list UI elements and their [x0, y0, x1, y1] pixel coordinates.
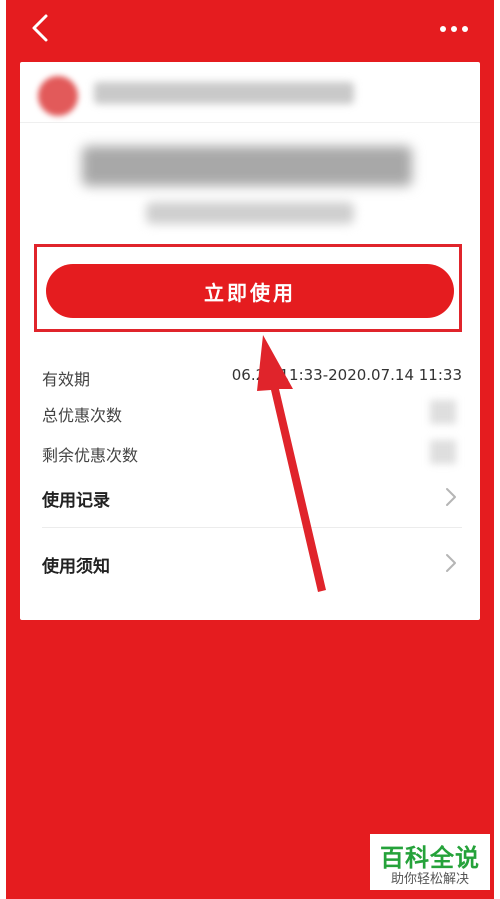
divider	[20, 122, 480, 123]
remaining-uses-value-blurred	[430, 440, 456, 464]
validity-value: 06.24 11:33-2020.07.14 11:33	[231, 366, 462, 384]
top-bar	[0, 0, 500, 58]
remaining-uses-row: 剩余优惠次数	[42, 438, 462, 466]
chevron-right-icon	[446, 554, 456, 572]
more-dots-icon	[440, 26, 468, 32]
chevron-left-icon	[32, 14, 48, 42]
merchant-name-blurred	[94, 82, 354, 104]
validity-label: 有效期	[42, 370, 91, 389]
total-uses-label: 总优惠次数	[42, 406, 123, 425]
merchant-row[interactable]	[38, 72, 458, 118]
divider	[42, 527, 462, 528]
usage-record-label: 使用记录	[42, 491, 110, 511]
watermark-subtitle: 助你轻松解决	[390, 872, 469, 887]
usage-record-row[interactable]: 使用记录	[42, 474, 462, 522]
coupon-subtitle-blurred	[146, 202, 354, 224]
watermark-logo: 百科全说 助你轻松解决	[370, 834, 490, 890]
validity-row: 有效期 06.24 11:33-2020.07.14 11:33	[42, 362, 462, 390]
chevron-right-icon	[446, 488, 456, 506]
remaining-uses-label: 剩余优惠次数	[42, 446, 139, 465]
total-uses-value-blurred	[430, 400, 456, 424]
coupon-card: 立即使用 有效期 06.24 11:33-2020.07.14 11:33 总优…	[20, 62, 480, 620]
coupon-title-blurred	[82, 146, 412, 186]
total-uses-row: 总优惠次数	[42, 398, 462, 426]
right-frame	[494, 0, 500, 899]
merchant-logo	[38, 76, 78, 116]
left-frame	[0, 0, 6, 899]
usage-notice-row[interactable]: 使用须知	[42, 540, 462, 588]
use-now-button[interactable]: 立即使用	[46, 264, 454, 318]
back-button[interactable]	[24, 10, 60, 46]
usage-notice-label: 使用须知	[42, 557, 110, 577]
more-button[interactable]	[436, 14, 472, 44]
